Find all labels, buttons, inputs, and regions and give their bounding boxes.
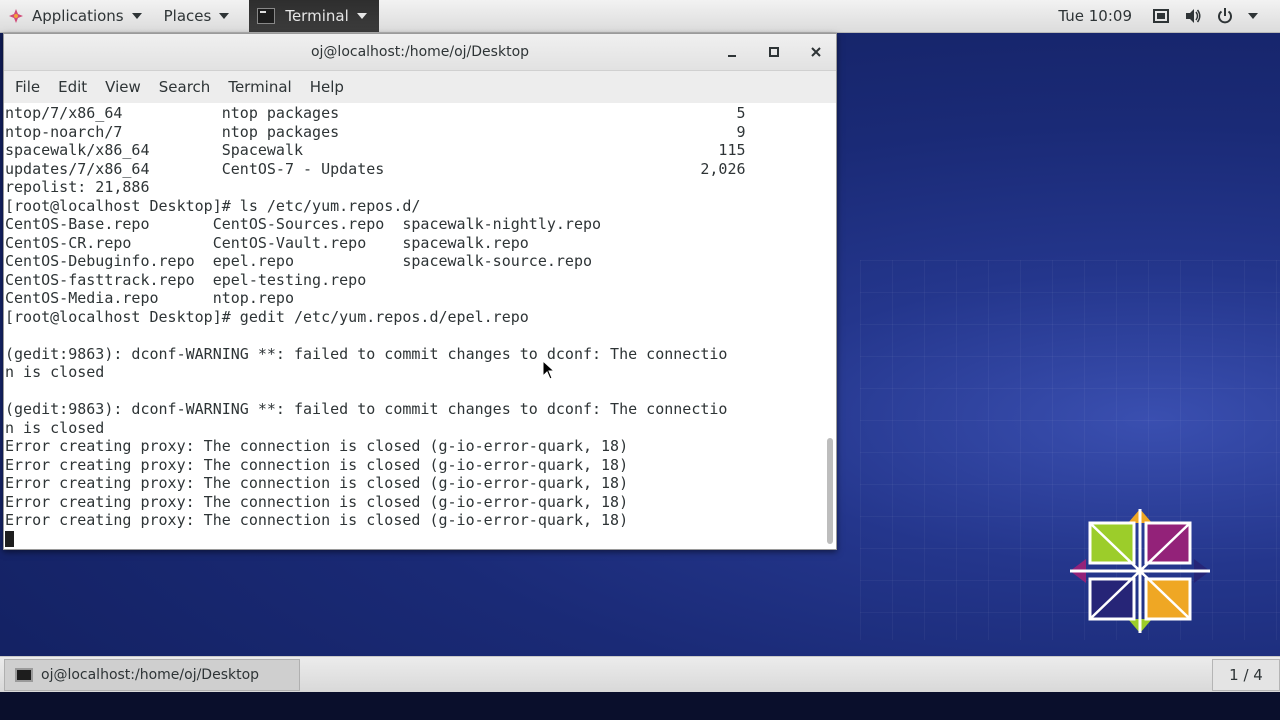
terminal-icon <box>15 668 33 682</box>
bottom-panel: oj@localhost:/home/oj/Desktop 1 / 4 <box>0 656 1280 693</box>
system-menu-chevron-icon[interactable] <box>1248 13 1258 19</box>
scrollbar-thumb[interactable] <box>827 438 833 544</box>
menu-terminal[interactable]: Terminal <box>219 71 300 103</box>
screen-bottom-edge <box>0 692 1280 720</box>
terminal-line: CentOS-Debuginfo.repo epel.repo spacewal… <box>5 252 592 270</box>
menu-search[interactable]: Search <box>150 71 220 103</box>
close-icon[interactable] <box>806 42 826 62</box>
terminal-line: CentOS-CR.repo CentOS-Vault.repo spacewa… <box>5 233 529 252</box>
display-icon[interactable] <box>1152 7 1170 25</box>
menu-edit[interactable]: Edit <box>49 71 96 103</box>
terminal-line: Error creating proxy: The connection is … <box>5 474 629 492</box>
terminal-line: spacewalk/x86_64 Spacewalk 115 <box>5 141 746 159</box>
terminal-output[interactable]: ntop/7/x86_64 ntop packages 5 ntop-noarch… <box>4 103 836 549</box>
terminal-line: ntop/7/x86_64 ntop packages 5 <box>5 104 746 122</box>
text-cursor-icon <box>5 530 14 547</box>
terminal-text: ntop/7/x86_64 ntop packages 5 ntop-noarch… <box>5 104 821 548</box>
top-panel: Applications Places Terminal Tue 10:09 <box>0 0 1280 33</box>
terminal-line: [root@localhost Desktop]# gedit /etc/yum… <box>5 307 529 326</box>
applications-label: Applications <box>32 7 124 25</box>
minimize-icon[interactable] <box>722 42 742 62</box>
chevron-down-icon <box>356 13 367 19</box>
terminal-line: Error creating proxy: The connection is … <box>5 492 629 511</box>
window-controls <box>700 34 826 70</box>
terminal-window: oj@localhost:/home/oj/Desktop File Edit … <box>3 33 837 550</box>
terminal-app-menu[interactable]: Terminal <box>249 0 379 32</box>
mouse-pointer-icon <box>542 360 556 380</box>
terminal-line: (gedit:9863): dconf-WARNING **: failed t… <box>5 344 728 363</box>
terminal-line: ntop-noarch/7 ntop packages 9 <box>5 122 746 141</box>
volume-icon[interactable] <box>1184 7 1202 25</box>
places-menu[interactable]: Places <box>156 0 238 32</box>
centos-logo-icon <box>1070 509 1210 633</box>
menu-view[interactable]: View <box>96 71 150 103</box>
chevron-down-icon <box>219 13 230 19</box>
terminal-line: [root@localhost Desktop]# ls /etc/yum.re… <box>5 196 421 215</box>
terminal-scrollbar[interactable] <box>824 103 834 549</box>
terminal-line: Error creating proxy: The connection is … <box>5 511 629 529</box>
window-titlebar[interactable]: oj@localhost:/home/oj/Desktop <box>4 34 836 71</box>
menu-help[interactable]: Help <box>301 71 353 103</box>
menu-file[interactable]: File <box>6 71 49 103</box>
terminal-icon <box>257 8 276 24</box>
terminal-line: CentOS-fasttrack.repo epel-testing.repo <box>5 270 367 289</box>
clock[interactable]: Tue 10:09 <box>1058 7 1132 25</box>
panel-right: Tue 10:09 <box>1058 0 1280 32</box>
applications-logo-icon <box>9 9 23 23</box>
taskbar-terminal-button[interactable]: oj@localhost:/home/oj/Desktop <box>4 659 300 691</box>
terminal-line: n is closed <box>5 363 105 381</box>
terminal-line: CentOS-Media.repo ntop.repo <box>5 289 294 307</box>
menubar: File Edit View Search Terminal Help <box>4 71 836 103</box>
maximize-icon[interactable] <box>764 42 784 62</box>
terminal-line: Error creating proxy: The connection is … <box>5 437 629 455</box>
taskbar-window-title: oj@localhost:/home/oj/Desktop <box>41 667 260 683</box>
terminal-line: (gedit:9863): dconf-WARNING **: failed t… <box>5 400 728 418</box>
workspace-switcher[interactable]: 1 / 4 <box>1212 659 1280 691</box>
power-icon[interactable] <box>1216 7 1234 25</box>
window-title: oj@localhost:/home/oj/Desktop <box>310 44 530 60</box>
terminal-cursor-line <box>5 530 821 549</box>
terminal-line: repolist: 21,886 <box>5 178 150 196</box>
terminal-line: n is closed <box>5 418 105 437</box>
terminal-line: updates/7/x86_64 CentOS-7 - Updates 2,02… <box>5 159 746 178</box>
chevron-down-icon <box>131 13 142 19</box>
applications-menu[interactable]: Applications <box>0 0 150 32</box>
terminal-line: Error creating proxy: The connection is … <box>5 455 629 474</box>
terminal-line: CentOS-Base.repo CentOS-Sources.repo spa… <box>5 215 602 233</box>
workspace-indicator: 1 / 4 <box>1229 666 1263 684</box>
terminal-app-label: Terminal <box>285 7 349 25</box>
places-label: Places <box>163 7 212 25</box>
